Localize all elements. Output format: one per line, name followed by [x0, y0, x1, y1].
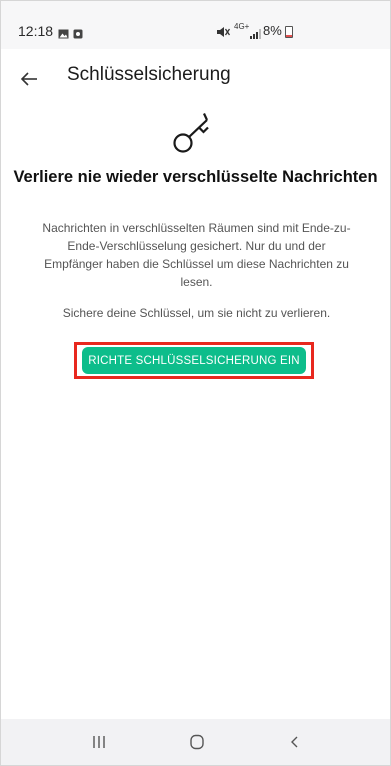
signal-icon — [250, 26, 262, 44]
network-type-label: 4G+ — [234, 22, 250, 31]
mute-icon — [216, 25, 231, 43]
setup-key-backup-button[interactable]: RICHTE SCHLÜSSELSICHERUNG EIN — [82, 347, 306, 374]
recent-apps-icon — [93, 736, 105, 748]
status-time: 12:18 — [18, 23, 54, 39]
status-bar: 12:18 4G+ 8% — [1, 1, 390, 49]
recent-apps-button[interactable] — [86, 731, 112, 753]
description-text: Nachrichten in verschlüsselten Räumen si… — [42, 221, 351, 289]
battery-percent: 8% — [263, 23, 282, 38]
arrow-left-icon — [20, 72, 37, 86]
page-title: Schlüsselsicherung — [67, 64, 231, 85]
battery-level-fill — [286, 35, 292, 37]
navigation-bar — [1, 719, 390, 765]
app-bar: Schlüsselsicherung — [1, 49, 390, 107]
home-button[interactable] — [184, 731, 210, 753]
battery-icon — [285, 26, 293, 38]
headline: Verliere nie wieder verschlüsselte Nachr… — [13, 168, 378, 186]
notification-icon — [73, 26, 83, 44]
nav-back-button[interactable] — [282, 731, 308, 753]
back-button[interactable] — [15, 65, 43, 93]
phone-screen: 12:18 4G+ 8% Schlüsselsicherung Verliere… — [0, 0, 391, 766]
gallery-icon — [58, 26, 69, 44]
home-icon — [190, 734, 204, 750]
hint-text: Sichere deine Schlüssel, um sie nicht zu… — [62, 306, 331, 320]
key-icon — [171, 109, 217, 155]
back-icon — [291, 736, 298, 748]
